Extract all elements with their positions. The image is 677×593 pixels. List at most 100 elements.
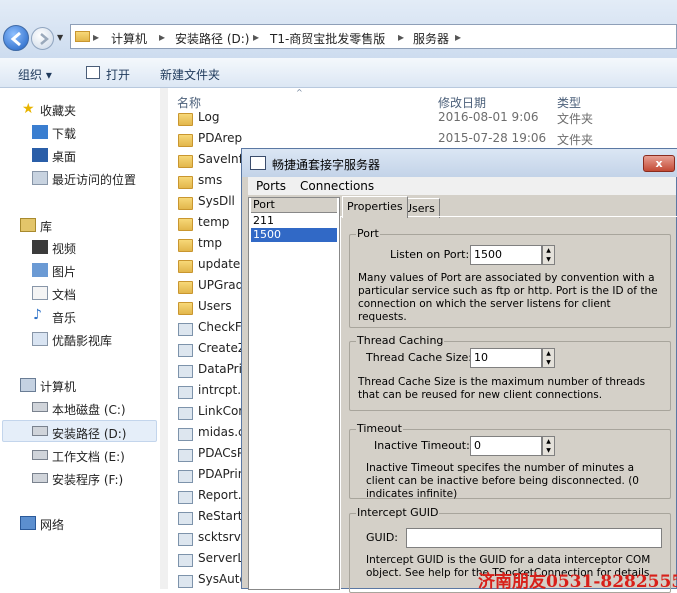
file-name[interactable]: Log bbox=[198, 110, 219, 124]
file-name[interactable]: DataPri bbox=[198, 362, 242, 376]
file-name[interactable]: LinkCor bbox=[198, 404, 243, 418]
breadcrumb-computer[interactable]: 计算机 bbox=[111, 30, 147, 47]
properties-page: Port Listen on Port: 1500 ▲ ▼ Many values… bbox=[340, 216, 677, 593]
back-button[interactable] bbox=[3, 25, 29, 51]
nav-drive-f[interactable]: 安装程序 (F:) bbox=[52, 471, 123, 488]
column-modified[interactable]: 修改日期 bbox=[438, 94, 486, 111]
port-item-selected[interactable]: 1500 bbox=[251, 228, 337, 242]
file-name[interactable]: scktsrvr bbox=[198, 530, 246, 544]
nav-drive-d[interactable]: 安装路径 (D:) bbox=[52, 425, 126, 442]
nav-pictures[interactable]: 图片 bbox=[52, 263, 76, 280]
file-name[interactable]: PDAPrin bbox=[198, 467, 245, 481]
guid-input[interactable] bbox=[406, 528, 662, 548]
nav-music[interactable]: 音乐 bbox=[52, 309, 76, 326]
network-icon bbox=[20, 516, 36, 530]
breadcrumb-drive-d[interactable]: 安装路径 (D:) bbox=[175, 30, 249, 47]
thread-cache-label: Thread Cache Size: bbox=[366, 351, 472, 364]
file-name[interactable]: update bbox=[198, 257, 240, 271]
navigation-pane: ★ 收藏夹 下载 桌面 最近访问的位置 库 视频 图片 文档 ♪ 音乐 优酷影视… bbox=[0, 88, 160, 589]
folder-icon bbox=[178, 260, 193, 273]
inactive-timeout-input[interactable]: 0 bbox=[470, 436, 542, 456]
folder-icon bbox=[178, 134, 193, 147]
tab-panel: Properties Users Port Listen on Port: 15… bbox=[340, 196, 677, 593]
port-list[interactable]: Port 211 1500 bbox=[248, 197, 340, 590]
app-icon bbox=[250, 156, 266, 170]
file-name[interactable]: Report. bbox=[198, 488, 242, 502]
nav-drive-e[interactable]: 工作文档 (E:) bbox=[52, 448, 125, 465]
listen-port-input[interactable]: 1500 bbox=[470, 245, 542, 265]
organize-button[interactable]: 组织 ▾ bbox=[18, 66, 52, 83]
inactive-timeout-spinner[interactable]: ▲ ▼ bbox=[542, 436, 555, 456]
file-type: 文件夹 bbox=[557, 112, 594, 126]
file-icon bbox=[178, 407, 193, 420]
file-name[interactable]: midas.c bbox=[198, 425, 245, 439]
breadcrumb-sep: ▸ bbox=[455, 30, 462, 44]
nav-documents[interactable]: 文档 bbox=[52, 286, 76, 303]
nav-youku[interactable]: 优酷影视库 bbox=[52, 332, 112, 349]
file-name[interactable]: SaveInf bbox=[198, 152, 243, 166]
file-name[interactable]: SysAuto bbox=[198, 572, 247, 586]
file-name[interactable]: ServerL bbox=[198, 551, 244, 565]
folder-icon bbox=[178, 302, 193, 315]
music-icon: ♪ bbox=[33, 307, 42, 323]
listen-port-label: Listen on Port: bbox=[390, 248, 470, 261]
menu-ports[interactable]: Ports bbox=[256, 179, 286, 193]
file-name[interactable]: sms bbox=[198, 173, 222, 187]
thread-cache-spinner[interactable]: ▲ ▼ bbox=[542, 348, 555, 368]
nav-libraries[interactable]: 库 bbox=[40, 218, 52, 235]
nav-drive-c[interactable]: 本地磁盘 (C:) bbox=[52, 401, 126, 418]
file-icon bbox=[178, 554, 193, 567]
nav-computer[interactable]: 计算机 bbox=[40, 378, 76, 395]
file-name[interactable]: UPGrad bbox=[198, 278, 243, 292]
tab-properties[interactable]: Properties bbox=[342, 196, 408, 218]
port-description: Many values of Port are associated by co… bbox=[358, 272, 658, 323]
thread-cache-input[interactable]: 10 bbox=[470, 348, 542, 368]
close-button[interactable]: x bbox=[643, 155, 675, 172]
breadcrumb-server[interactable]: 服务器 bbox=[413, 30, 449, 47]
timeout-group-title: Timeout bbox=[356, 422, 403, 435]
desktop-icon bbox=[32, 148, 48, 162]
recent-pages-dropdown-icon[interactable]: ▼ bbox=[57, 33, 63, 42]
nav-favorites[interactable]: 收藏夹 bbox=[40, 102, 76, 119]
menu-connections[interactable]: Connections bbox=[300, 179, 374, 193]
file-name[interactable]: PDArep bbox=[198, 131, 242, 145]
file-name[interactable]: temp bbox=[198, 215, 229, 229]
youku-library-icon bbox=[32, 332, 48, 346]
file-icon bbox=[178, 512, 193, 525]
breadcrumb-sep: ▸ bbox=[253, 30, 260, 44]
open-button[interactable]: 打开 bbox=[106, 66, 130, 83]
recent-places-icon bbox=[32, 171, 48, 185]
file-name[interactable]: CreateZ bbox=[198, 341, 246, 355]
nav-network[interactable]: 网络 bbox=[40, 516, 64, 533]
window-titlebar: 畅捷通套接字服务器 x bbox=[242, 149, 677, 177]
nav-scrollbar[interactable] bbox=[160, 88, 168, 589]
libraries-icon bbox=[20, 218, 36, 232]
file-name[interactable]: intrcpt. bbox=[198, 383, 241, 397]
folder-icon bbox=[178, 113, 193, 126]
nav-videos[interactable]: 视频 bbox=[52, 240, 76, 257]
forward-button[interactable] bbox=[31, 27, 54, 50]
file-name[interactable]: SysDll bbox=[198, 194, 235, 208]
file-icon bbox=[178, 344, 193, 357]
nav-recent[interactable]: 最近访问的位置 bbox=[52, 171, 136, 188]
file-name[interactable]: ReStart bbox=[198, 509, 243, 523]
nav-desktop[interactable]: 桌面 bbox=[52, 148, 76, 165]
file-name[interactable]: tmp bbox=[198, 236, 222, 250]
downloads-icon bbox=[32, 125, 48, 139]
back-arrow-icon bbox=[10, 31, 21, 47]
listen-port-spinner[interactable]: ▲ ▼ bbox=[542, 245, 555, 265]
port-item[interactable]: 211 bbox=[251, 214, 337, 228]
column-name[interactable]: 名称 bbox=[177, 94, 201, 111]
file-name[interactable]: CheckF bbox=[198, 320, 242, 334]
nav-downloads[interactable]: 下载 bbox=[52, 125, 76, 142]
new-folder-button[interactable]: 新建文件夹 bbox=[160, 66, 220, 83]
port-list-header[interactable]: Port bbox=[251, 198, 337, 213]
file-name[interactable]: PDACsP bbox=[198, 446, 244, 460]
column-type[interactable]: 类型 bbox=[557, 94, 581, 111]
file-name[interactable]: Users bbox=[198, 299, 232, 313]
command-bar: 组织 ▾ 打开 新建文件夹 bbox=[0, 58, 677, 88]
guid-group-title: Intercept GUID bbox=[356, 506, 440, 519]
breadcrumb-t1[interactable]: T1-商贸宝批发零售版 bbox=[270, 30, 385, 47]
address-bar[interactable]: ▸ 计算机 ▸ 安装路径 (D:) ▸ T1-商贸宝批发零售版 ▸ 服务器 ▸ bbox=[70, 24, 677, 49]
timeout-description: Inactive Timeout specifes the number of … bbox=[366, 462, 639, 500]
